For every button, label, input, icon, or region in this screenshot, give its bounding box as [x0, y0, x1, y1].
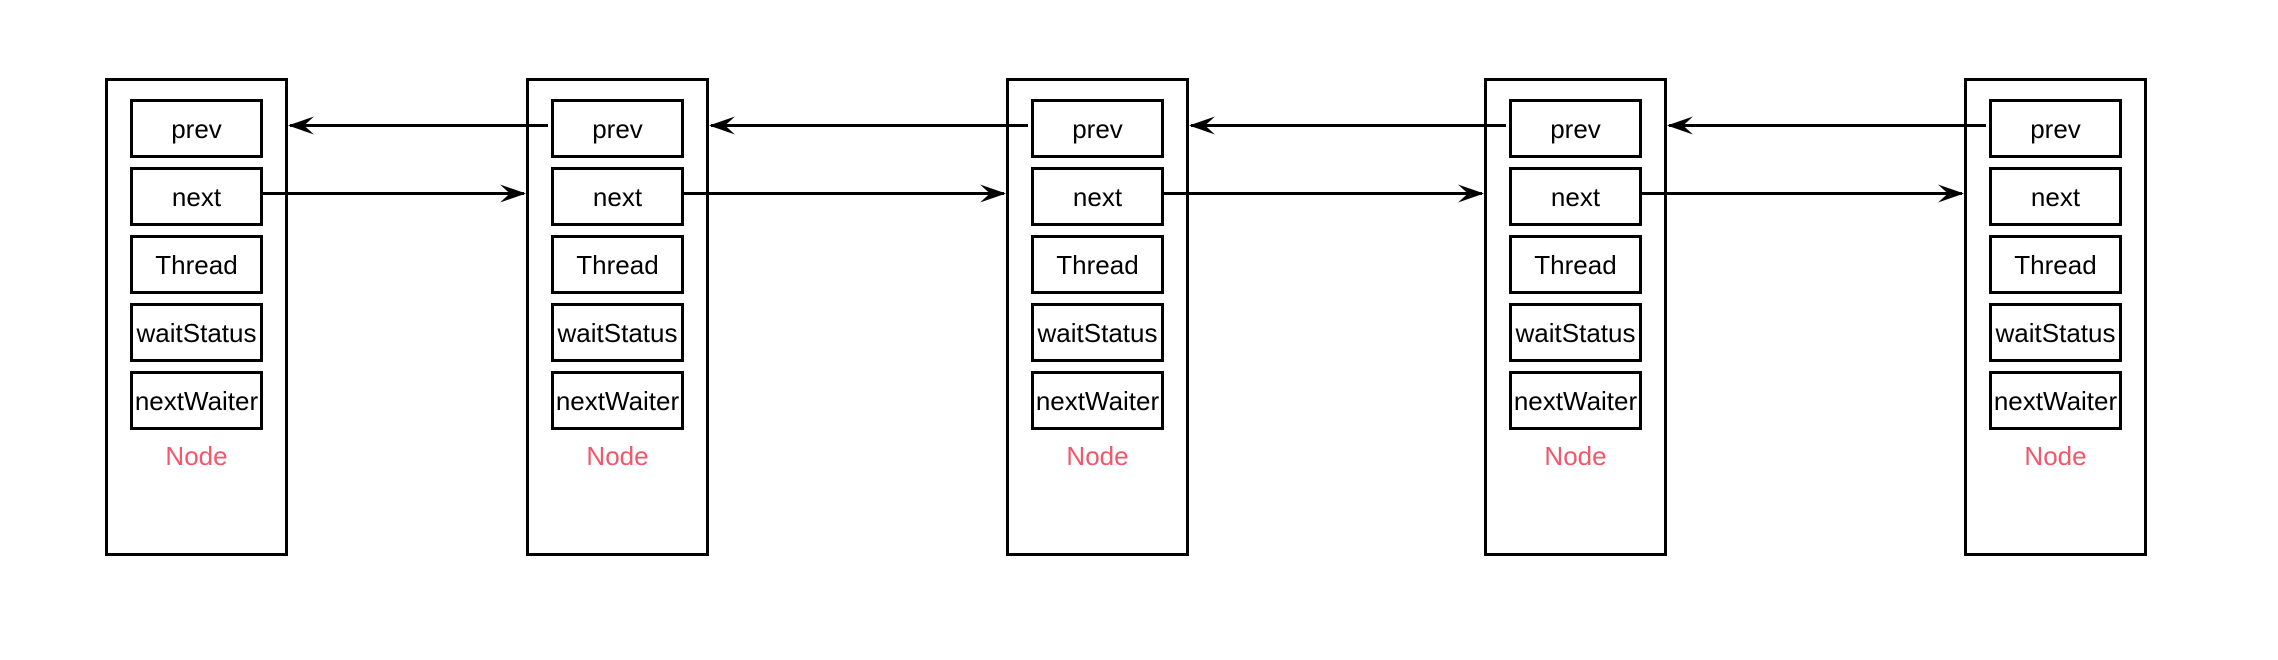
node-0-field-wait-status: waitStatus	[130, 303, 263, 362]
node-2-field-prev: prev	[1031, 99, 1164, 158]
node-3-field-next-waiter: nextWaiter	[1509, 371, 1642, 430]
node-container-0: prev next Thread waitStatus nextWaiter Node	[105, 78, 288, 556]
node-4-field-wait-status: waitStatus	[1989, 303, 2122, 362]
node-2-field-thread: Thread	[1031, 235, 1164, 294]
node-4-caption: Node	[2024, 441, 2087, 471]
arrow-head-next-2-to-3	[1458, 184, 1484, 203]
node-container-4: prev next Thread waitStatus nextWaiter Node	[1964, 78, 2147, 556]
node-1-caption: Node	[586, 441, 649, 471]
node-4-field-next-waiter: nextWaiter	[1989, 371, 2122, 430]
arrow-head-next-3-to-4	[1938, 184, 1964, 203]
node-2-caption: Node	[1066, 441, 1129, 471]
node-3-field-prev: prev	[1509, 99, 1642, 158]
node-container-1: prev next Thread waitStatus nextWaiter Node	[526, 78, 709, 556]
node-4-field-next: next	[1989, 167, 2122, 226]
node-0-field-next: next	[130, 167, 263, 226]
node-1-field-next: next	[551, 167, 684, 226]
node-container-3: prev next Thread waitStatus nextWaiter Node	[1484, 78, 1667, 556]
node-3-field-thread: Thread	[1509, 235, 1642, 294]
diagram-canvas: prev next Thread waitStatus nextWaiter Node pr…	[0, 0, 2278, 660]
node-2-field-wait-status: waitStatus	[1031, 303, 1164, 362]
node-1-field-prev: prev	[551, 99, 684, 158]
arrow-head-prev-2-to-1	[709, 116, 735, 135]
node-0-field-thread: Thread	[130, 235, 263, 294]
node-0-field-prev: prev	[130, 99, 263, 158]
node-0-field-next-waiter: nextWaiter	[130, 371, 263, 430]
node-2-field-next-waiter: nextWaiter	[1031, 371, 1164, 430]
node-4-field-prev: prev	[1989, 99, 2122, 158]
node-1-field-thread: Thread	[551, 235, 684, 294]
node-container-2: prev next Thread waitStatus nextWaiter Node	[1006, 78, 1189, 556]
arrow-head-next-0-to-1	[500, 184, 526, 203]
arrow-head-prev-4-to-3	[1667, 116, 1693, 135]
arrow-head-next-1-to-2	[980, 184, 1006, 203]
node-3-field-wait-status: waitStatus	[1509, 303, 1642, 362]
arrow-head-prev-1-to-0	[288, 116, 314, 135]
node-2-field-next: next	[1031, 167, 1164, 226]
node-1-field-next-waiter: nextWaiter	[551, 371, 684, 430]
node-3-field-next: next	[1509, 167, 1642, 226]
arrow-head-prev-3-to-2	[1189, 116, 1215, 135]
node-4-field-thread: Thread	[1989, 235, 2122, 294]
node-1-field-wait-status: waitStatus	[551, 303, 684, 362]
node-3-caption: Node	[1544, 441, 1607, 471]
node-0-caption: Node	[165, 441, 228, 471]
